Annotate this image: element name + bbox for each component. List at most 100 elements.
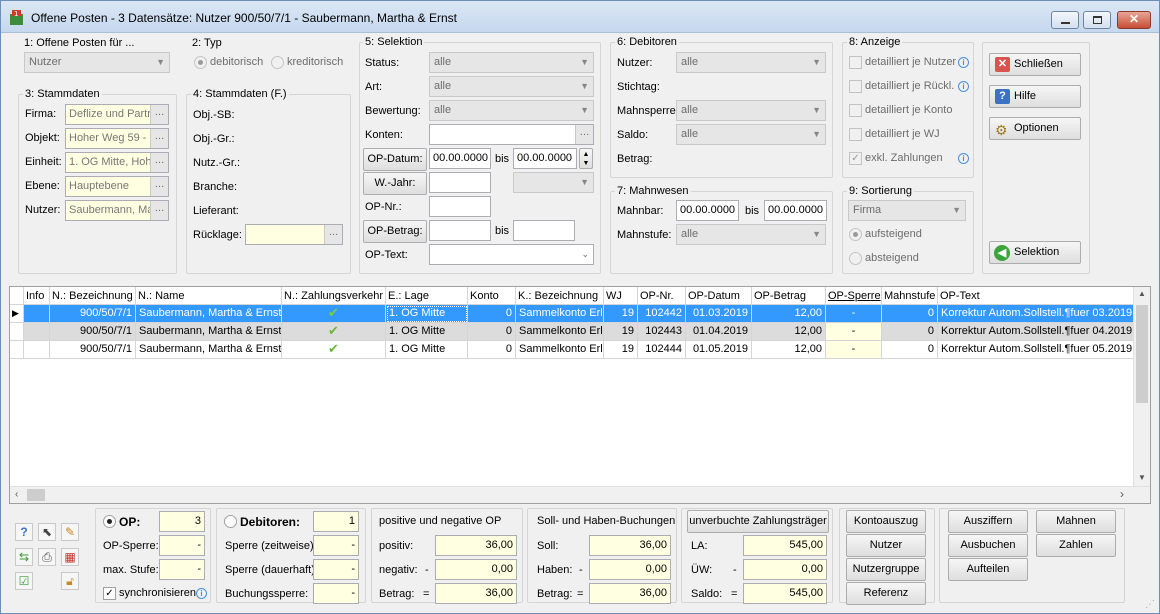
cell-konto[interactable]: 0 (468, 323, 516, 341)
scroll-down-icon[interactable]: ▼ (1138, 473, 1146, 482)
hilfe-button[interactable]: ? Hilfe (989, 85, 1081, 108)
chk-detail-nutzer[interactable] (849, 56, 862, 69)
ausziffern-button[interactable]: Ausziffern (948, 510, 1028, 533)
cell-op-nr[interactable]: 102442 (638, 305, 686, 323)
scroll-thumb[interactable] (27, 489, 45, 501)
mahnsperre-select[interactable]: alle ▼ (676, 100, 826, 121)
schliessen-button[interactable]: ✕ Schließen (989, 53, 1081, 76)
col-wj[interactable]: WJ (604, 287, 638, 305)
cell-op-sperre[interactable]: - (826, 341, 882, 359)
cell-wj[interactable]: 19 (604, 341, 638, 359)
mahnbar-to-field[interactable]: 00.00.0000 (764, 200, 827, 221)
cell-konto[interactable]: 0 (468, 341, 516, 359)
cell-name[interactable]: Saubermann, Martha & Ernst (136, 341, 282, 359)
cell-op-betrag[interactable]: 12,00 (752, 305, 826, 323)
maximize-button[interactable] (1083, 11, 1111, 29)
col-mahnstufe[interactable]: Mahnstufe (882, 287, 938, 305)
cell-op-sperre[interactable]: - (826, 323, 882, 341)
cell-bezeichnung[interactable]: 900/50/7/1 (50, 305, 136, 323)
help-icon[interactable]: ? (15, 523, 33, 541)
w-jahr-field[interactable] (429, 172, 491, 193)
saldo-select[interactable]: alle ▼ (676, 124, 826, 145)
buchungssperre-field[interactable]: - (313, 583, 359, 604)
cell-wj[interactable]: 19 (604, 305, 638, 323)
cell-op-sperre[interactable]: - (826, 305, 882, 323)
radio-debitoren[interactable] (224, 515, 237, 528)
col-name[interactable]: N.: Name (136, 287, 282, 305)
radio-aufsteigend[interactable] (849, 228, 862, 241)
saldo-sum-field[interactable]: 545,00 (743, 583, 827, 604)
results-grid[interactable]: Info N.: Bezeichnung N.: Name N.: Zahlun… (9, 286, 1151, 504)
cell-op-text[interactable]: Korrektur Autom.Sollstell.¶fuer 03.2019 (938, 305, 1134, 323)
cell-lage[interactable]: 1. OG Mitte (386, 341, 468, 359)
cell-op-datum[interactable]: 01.05.2019 (686, 341, 752, 359)
chk-detail-rueckl[interactable] (849, 80, 862, 93)
op-betrag-button[interactable]: OP-Betrag: (363, 220, 427, 243)
horizontal-scrollbar[interactable]: ‹ › (10, 486, 1150, 503)
op-fuer-select[interactable]: Nutzer ▼ (24, 52, 170, 73)
sortierung-select[interactable]: Firma ▼ (848, 200, 966, 221)
mahnstufe-select[interactable]: alle ▼ (676, 224, 826, 245)
scroll-up-icon[interactable]: ▲ (1138, 289, 1146, 298)
max-stufe-field[interactable]: - (159, 559, 205, 580)
table-row[interactable]: 900/50/7/1 Saubermann, Martha & Ernst ✔ … (10, 341, 1134, 359)
ausbuchen-button[interactable]: Ausbuchen (948, 534, 1028, 557)
kontoauszug-button[interactable]: Kontoauszug (846, 510, 926, 533)
chk-exkl-zahlungen[interactable]: ✓ (849, 152, 862, 165)
cell-mahnstufe[interactable]: 0 (882, 323, 938, 341)
haben-field[interactable]: 0,00 (589, 559, 671, 580)
firma-browse-button[interactable]: … (150, 105, 168, 124)
cell-op-nr[interactable]: 102443 (638, 323, 686, 341)
check-box-icon[interactable]: ☑ (15, 572, 33, 590)
radio-absteigend[interactable] (849, 252, 862, 265)
konten-browse-button[interactable]: … (575, 125, 593, 144)
col-bezeichnung[interactable]: N.: Bezeichnung (50, 287, 136, 305)
close-window-button[interactable]: ✕ (1117, 11, 1151, 29)
la-field[interactable]: 545,00 (743, 535, 827, 556)
objekt-browse-button[interactable]: … (150, 129, 168, 148)
cell-op-betrag[interactable]: 12,00 (752, 341, 826, 359)
col-op-betrag[interactable]: OP-Betrag (752, 287, 826, 305)
checkmark-icon[interactable]: ✔ (282, 305, 386, 323)
unverbuchte-zahlungstraeger-button[interactable]: unverbuchte Zahlungsträger (687, 510, 829, 533)
col-info[interactable]: Info (24, 287, 50, 305)
debitoren-count-field[interactable]: 1 (313, 511, 359, 532)
op-sperre-field[interactable]: - (159, 535, 205, 556)
w-jahr-button[interactable]: W.-Jahr: (363, 172, 427, 195)
cell-k-bezeichnung[interactable]: Sammelkonto Erlö (516, 323, 604, 341)
op-nr-field[interactable] (429, 196, 491, 217)
col-op-datum[interactable]: OP-Datum (686, 287, 752, 305)
refresh-icon[interactable]: ⇆ (15, 548, 33, 566)
info-icon[interactable]: i (958, 57, 969, 68)
positiv-field[interactable]: 36,00 (435, 535, 517, 556)
col-op-nr[interactable]: OP-Nr. (638, 287, 686, 305)
sh-betrag-field[interactable]: 36,00 (589, 583, 671, 604)
cell-konto[interactable]: 0 (468, 305, 516, 323)
optionen-button[interactable]: ⚙ Optionen (989, 117, 1081, 140)
minimize-button[interactable] (1051, 11, 1079, 29)
mahnbar-from-field[interactable]: 00.00.0000 (676, 200, 739, 221)
col-k-bezeichnung[interactable]: K.: Bezeichnung (516, 287, 604, 305)
chk-synchronisieren[interactable]: ✓ (103, 587, 116, 600)
sperre-dauer-field[interactable]: - (313, 559, 359, 580)
referenz-button[interactable]: Referenz (846, 582, 926, 605)
scroll-left-icon[interactable]: ‹ (15, 489, 18, 500)
checkmark-icon[interactable]: ✔ (282, 341, 386, 359)
col-zahlungsverkehr[interactable]: N.: Zahlungsverkehr (282, 287, 386, 305)
soll-field[interactable]: 36,00 (589, 535, 671, 556)
cell-bezeichnung[interactable]: 900/50/7/1 (50, 341, 136, 359)
col-konto[interactable]: Konto (468, 287, 516, 305)
nutzergruppe-button[interactable]: Nutzergruppe (846, 558, 926, 581)
op-betrag-from-field[interactable] (429, 220, 491, 241)
aufteilen-button[interactable]: Aufteilen (948, 558, 1028, 581)
cell-wj[interactable]: 19 (604, 323, 638, 341)
nutzer-button[interactable]: Nutzer (846, 534, 926, 557)
info-icon[interactable]: i (958, 81, 969, 92)
print-icon[interactable]: ⎙ (38, 548, 56, 566)
cell-op-datum[interactable]: 01.04.2019 (686, 323, 752, 341)
w-jahr-select[interactable]: ▼ (513, 172, 594, 193)
op-datum-to-field[interactable]: 00.00.0000 (513, 148, 577, 169)
nutzer-browse-button[interactable]: … (150, 201, 168, 220)
uew-field[interactable]: 0,00 (743, 559, 827, 580)
chk-detail-wj[interactable] (849, 128, 862, 141)
